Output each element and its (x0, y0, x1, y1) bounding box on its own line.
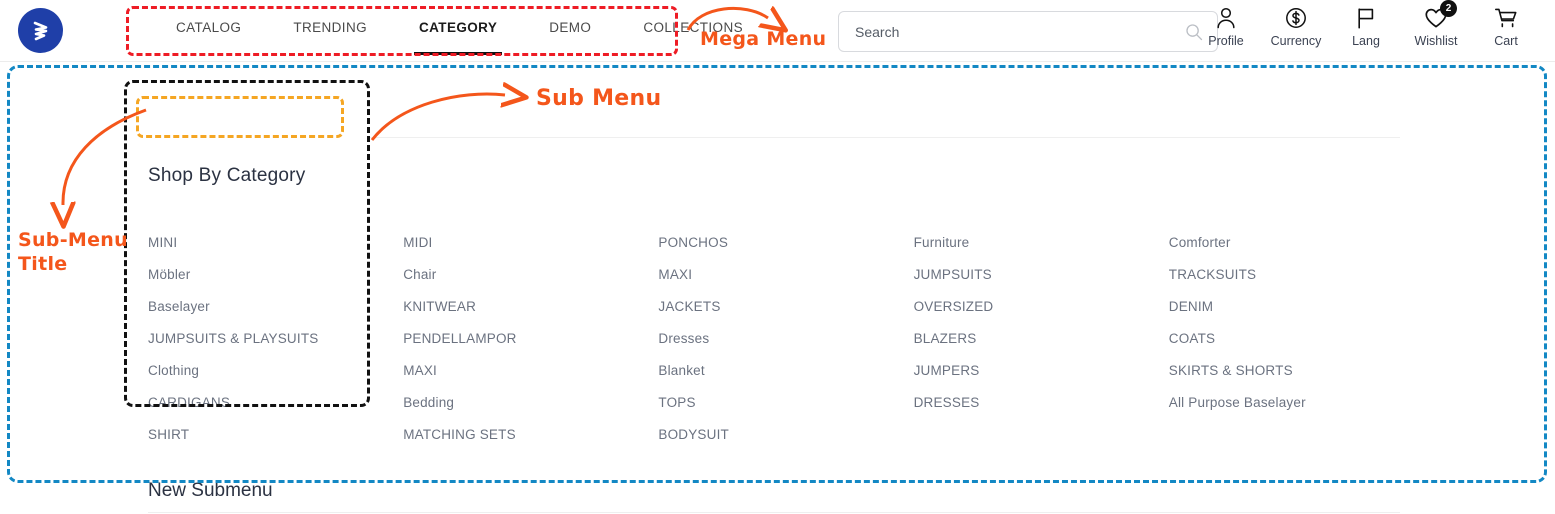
wishlist-count-badge: 2 (1440, 0, 1457, 17)
list-item[interactable]: Dresses (658, 323, 913, 355)
panel-bottom-divider (148, 512, 1400, 513)
mega-menu-column-2: MIDI Chair KNITWEAR PENDELLAMPOR MAXI Be… (403, 227, 658, 451)
list-item[interactable]: PENDELLAMPOR (403, 323, 658, 355)
dollar-icon (1284, 5, 1308, 31)
list-item[interactable]: COATS (1169, 323, 1408, 355)
list-item[interactable]: PONCHOS (658, 227, 913, 259)
profile-button[interactable]: Profile (1191, 5, 1261, 48)
nav-item-catalog[interactable]: CATALOG (150, 20, 267, 55)
lang-button[interactable]: Lang (1331, 5, 1401, 48)
list-item[interactable]: Clothing (148, 355, 403, 387)
list-item[interactable]: MIDI (403, 227, 658, 259)
user-icon (1215, 5, 1237, 31)
panel-top-divider (370, 137, 1400, 138)
list-item[interactable]: Comforter (1169, 227, 1408, 259)
mega-menu-columns: MINI Möbler Baselayer JUMPSUITS & PLAYSU… (148, 227, 1408, 451)
currency-button[interactable]: Currency (1261, 5, 1331, 48)
list-item[interactable]: MATCHING SETS (403, 419, 658, 451)
list-item[interactable]: Bedding (403, 387, 658, 419)
list-item[interactable]: JACKETS (658, 291, 913, 323)
search-input[interactable] (853, 22, 1185, 41)
brand-zigzag-logo-icon (28, 18, 54, 44)
list-item[interactable]: JUMPSUITS & PLAYSUITS (148, 323, 403, 355)
list-item[interactable]: Blanket (658, 355, 913, 387)
cart-icon (1494, 5, 1518, 31)
mega-menu-panel: Shop By Category MINI Möbler Baselayer J… (0, 62, 1555, 514)
list-item[interactable]: Baselayer (148, 291, 403, 323)
list-item[interactable]: TRACKSUITS (1169, 259, 1408, 291)
heart-icon: 2 (1423, 0, 1457, 31)
wishlist-label: Wishlist (1414, 34, 1458, 48)
nav-item-category[interactable]: CATEGORY (393, 20, 523, 55)
list-item[interactable]: KNITWEAR (403, 291, 658, 323)
list-item[interactable]: MAXI (403, 355, 658, 387)
main-nav: CATALOG TRENDING CATEGORY DEMO COLLECTIO… (150, 20, 769, 55)
list-item[interactable]: DRESSES (914, 387, 1169, 419)
list-item[interactable]: CARDIGANS (148, 387, 403, 419)
list-item[interactable]: MINI (148, 227, 403, 259)
lang-label: Lang (1352, 34, 1380, 48)
list-item[interactable]: SHIRT (148, 419, 403, 451)
list-item[interactable]: DENIM (1169, 291, 1408, 323)
mega-menu-column-3: PONCHOS MAXI JACKETS Dresses Blanket TOP… (658, 227, 913, 451)
sub-menu-title[interactable]: Shop By Category (148, 165, 305, 187)
search-box[interactable] (838, 11, 1218, 52)
nav-item-demo[interactable]: DEMO (523, 20, 617, 55)
brand-logo[interactable] (18, 8, 63, 53)
list-item[interactable]: Chair (403, 259, 658, 291)
mega-menu-column-5: Comforter TRACKSUITS DENIM COATS SKIRTS … (1169, 227, 1408, 451)
list-item[interactable]: SKIRTS & SHORTS (1169, 355, 1408, 387)
wishlist-button[interactable]: 2 Wishlist (1401, 0, 1471, 48)
list-item[interactable]: BODYSUIT (658, 419, 913, 451)
profile-label: Profile (1208, 34, 1244, 48)
new-submenu-title[interactable]: New Submenu (148, 480, 273, 502)
flag-icon (1355, 5, 1377, 31)
list-item[interactable]: TOPS (658, 387, 913, 419)
list-item[interactable]: BLAZERS (914, 323, 1169, 355)
list-item[interactable]: Möbler (148, 259, 403, 291)
header-icon-group: Profile Currency Lang 2 Wishlist Cart (1191, 0, 1541, 48)
nav-item-collections[interactable]: COLLECTIONS (617, 20, 769, 55)
list-item[interactable]: JUMPSUITS (914, 259, 1169, 291)
list-item[interactable]: JUMPERS (914, 355, 1169, 387)
cart-button[interactable]: Cart (1471, 5, 1541, 48)
currency-label: Currency (1270, 34, 1322, 48)
list-item[interactable]: Furniture (914, 227, 1169, 259)
cart-label: Cart (1494, 34, 1518, 48)
nav-item-trending[interactable]: TRENDING (267, 20, 393, 55)
list-item[interactable]: All Purpose Baselayer (1169, 387, 1408, 419)
mega-menu-column-1: MINI Möbler Baselayer JUMPSUITS & PLAYSU… (148, 227, 403, 451)
list-item[interactable]: MAXI (658, 259, 913, 291)
list-item[interactable]: OVERSIZED (914, 291, 1169, 323)
site-header: CATALOG TRENDING CATEGORY DEMO COLLECTIO… (0, 0, 1555, 62)
mega-menu-column-4: Furniture JUMPSUITS OVERSIZED BLAZERS JU… (914, 227, 1169, 451)
